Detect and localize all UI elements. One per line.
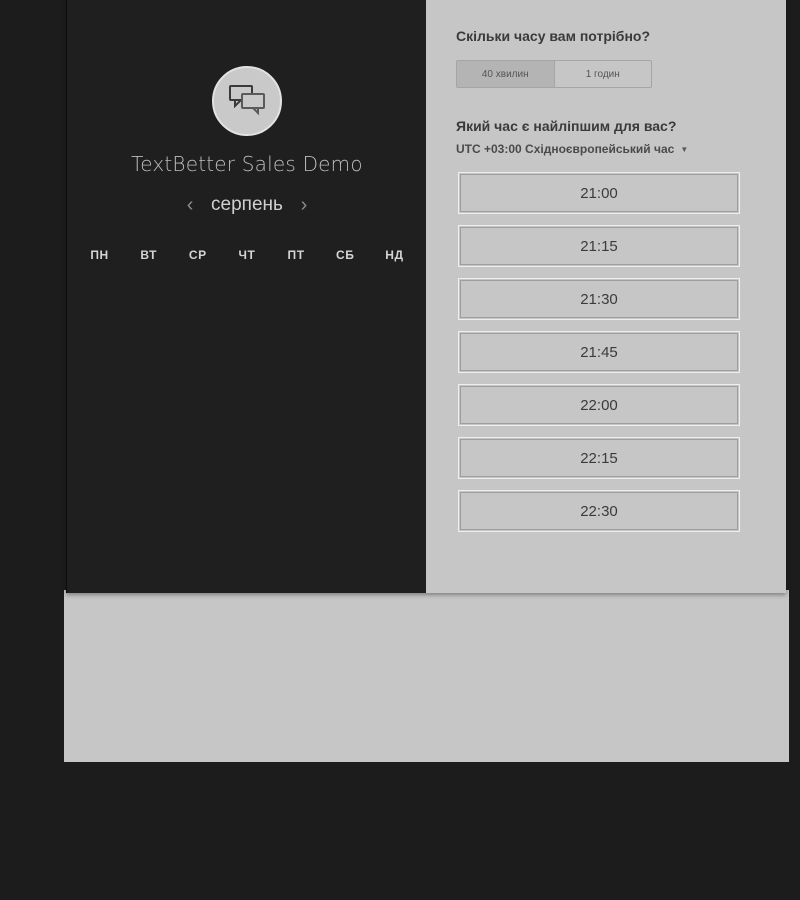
chevron-left-icon[interactable]: ‹ [183,193,197,217]
weekday-mon: ПН [90,248,109,262]
booking-widget: TextBetter Sales Demo ‹ серпень › ПН ВТ … [66,0,786,593]
time-slot[interactable]: 22:30 [458,490,740,532]
timezone-selector[interactable]: UTC +03:00 Східноєвропейський час ▼ [456,142,688,156]
weekday-sun: НД [385,248,404,262]
weekday-fri: ПТ [287,248,305,262]
weekday-wed: СР [188,248,207,262]
time-slot[interactable]: 21:45 [458,331,740,373]
weekday-sat: СБ [336,248,355,262]
weekday-header: ПН ВТ СР ЧТ ПТ СБ НД [67,248,427,262]
duration-toggle: 40 хвилин 1 годин [456,60,652,88]
month-label: серпень [211,194,283,215]
caret-down-icon: ▼ [680,144,689,154]
timezone-label: UTC +03:00 Східноєвропейський час [456,142,675,156]
page-lower-background [64,590,789,762]
organizer-avatar [212,66,282,136]
time-slot[interactable]: 21:30 [458,278,740,320]
duration-option-40-min[interactable]: 40 хвилин [457,61,555,87]
month-navigation: ‹ серпень › [67,193,427,217]
time-slot[interactable]: 21:00 [458,172,740,214]
duration-question: Скільки часу вам потрібно? [456,28,651,44]
time-slot[interactable]: 22:15 [458,437,740,479]
time-slot[interactable]: 21:15 [458,225,740,267]
calendar-panel: TextBetter Sales Demo ‹ серпень › ПН ВТ … [66,0,426,593]
time-slot[interactable]: 22:00 [458,384,740,426]
duration-option-1-hour[interactable]: 1 годин [555,61,652,87]
time-selection-panel: Скільки часу вам потрібно? 40 хвилин 1 г… [426,0,786,593]
time-question: Який час є найліпшим для вас? [456,118,677,134]
chevron-right-icon[interactable]: › [297,193,311,217]
organizer-name: TextBetter Sales Demo [131,152,363,176]
time-slot-list: 21:00 21:15 21:30 21:45 22:00 22:15 22:3… [458,172,744,544]
chat-bubbles-icon [227,82,267,121]
weekday-tue: ВТ [140,248,158,262]
weekday-thu: ЧТ [238,248,256,262]
